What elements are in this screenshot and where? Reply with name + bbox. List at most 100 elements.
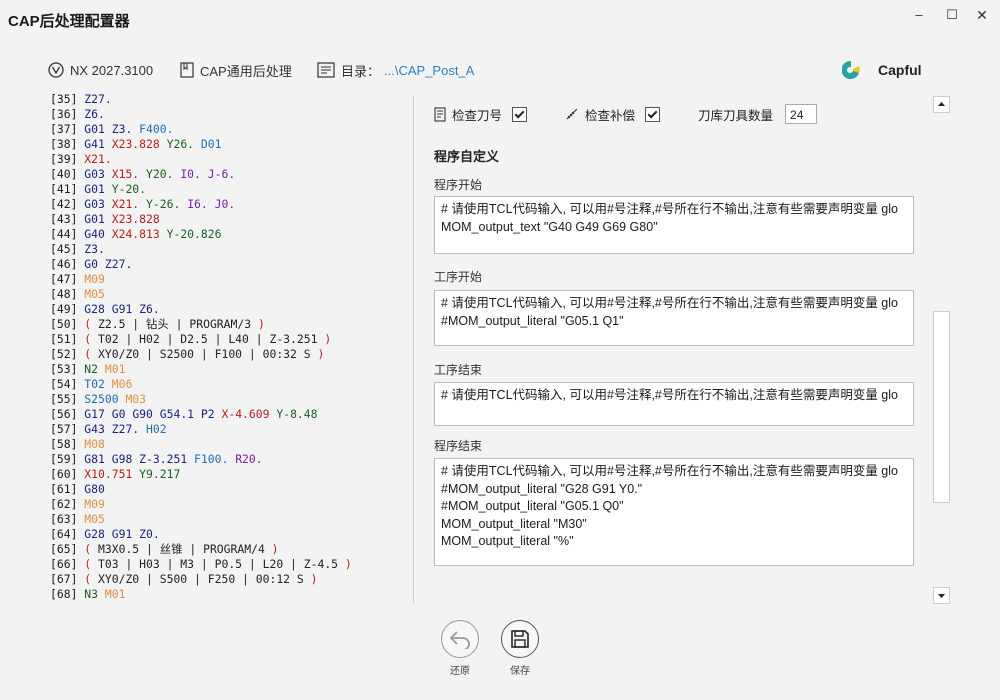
program-end-editor[interactable]: # 请使用TCL代码输入, 可以用#号注释,#号所在行不输出,注意有些需要声明变… (434, 458, 914, 566)
code-token: T03 | H03 | M3 | P0.5 | L20 | Z-4.5 (98, 557, 345, 571)
code-token: G03 (84, 197, 112, 211)
code-token: M08 (84, 437, 105, 451)
code-token: G40 (84, 227, 112, 241)
line-number: [56] (50, 407, 85, 421)
code-token: Y-20. (111, 182, 147, 196)
code-token: I6. (187, 197, 215, 211)
program-start-editor[interactable]: # 请使用TCL代码输入, 可以用#号注释,#号所在行不输出,注意有些需要声明变… (434, 196, 914, 254)
code-line: [41] G01 Y-20. (50, 182, 410, 197)
code-token: T02 | H02 | D2.5 | L40 | Z-3.251 (98, 332, 325, 346)
app-title: CAP后处理配置器 (8, 13, 130, 30)
scroll-up-button[interactable] (933, 96, 950, 113)
scrollbar-thumb[interactable] (933, 311, 950, 503)
floppy-disk-icon (511, 630, 529, 648)
check-comp-checkbox[interactable] (645, 106, 661, 122)
code-token: G28 (84, 527, 112, 541)
code-token: ) (271, 542, 279, 556)
code-token: Z3. (111, 122, 140, 136)
code-line: [44] G40 X24.813 Y-20.826 (50, 227, 410, 242)
code-token: X-4.609 (221, 407, 277, 421)
code-token: M3X0.5 | 丝锥 | PROGRAM/4 (98, 542, 272, 556)
maximize-button[interactable]: ☐ (937, 4, 967, 26)
code-line: [38] G41 X23.828 Y26. D01 (50, 137, 410, 152)
code-token: Z6. (139, 302, 160, 316)
code-line: [49] G28 G91 Z6. (50, 302, 410, 317)
magazine-count-input[interactable]: 24 (785, 104, 818, 124)
code-token: G0 (84, 257, 105, 271)
check-tool-checkbox[interactable] (512, 106, 528, 122)
code-token: G91 (111, 527, 140, 541)
undo-button[interactable] (441, 620, 479, 658)
op-start-editor[interactable]: # 请使用TCL代码输入, 可以用#号注释,#号所在行不输出,注意有些需要声明变… (434, 290, 914, 346)
code-token: G01 (84, 212, 112, 226)
code-token: M03 (125, 392, 147, 406)
op-start-label: 工序开始 (434, 270, 483, 284)
code-token: G41 (84, 137, 112, 151)
code-token: Z-3.251 (139, 452, 195, 466)
line-number: [67] (50, 572, 85, 586)
brand-name: Capful (878, 62, 922, 78)
line-number: [45] (50, 242, 85, 256)
line-number: [57] (50, 422, 85, 436)
minimize-button[interactable]: – (904, 4, 934, 26)
code-line: [42] G03 X21. Y-26. I6. J0. (50, 197, 410, 212)
editor-line: #MOM_output_literal "G28 G91 Y0." (441, 481, 643, 496)
code-token: ( (84, 332, 99, 346)
code-token: J-6. (207, 167, 236, 181)
code-token: X15. (111, 167, 147, 181)
nx-version-info: NX 2027.3100 (48, 59, 153, 81)
line-number: [60] (50, 467, 85, 481)
save-button[interactable] (501, 620, 539, 658)
post-name-text: CAP通用后处理 (200, 63, 292, 79)
code-token: J0. (214, 197, 236, 211)
op-end-editor[interactable]: # 请使用TCL代码输入, 可以用#号注释,#号所在行不输出,注意有些需要声明变… (434, 382, 914, 426)
title-bar: CAP后处理配置器 – ☐ ✕ (0, 0, 1000, 38)
directory-info: 目录： ...\CAP_Post_A (317, 59, 474, 81)
code-line: [53] N2 M01 (50, 362, 410, 377)
code-line: [57] G43 Z27. H02 (50, 422, 410, 437)
code-token: M01 (104, 587, 126, 601)
check-comp-label: 检查补偿 (585, 108, 636, 123)
nc-code-view[interactable]: [35] Z27. [36] Z6. [37] G01 Z3. F400. [38] … (50, 92, 410, 604)
code-token: X21. (84, 152, 112, 166)
line-number: [65] (50, 542, 85, 556)
code-line: [40] G03 X15. Y20. I0. J-6. (50, 167, 410, 182)
line-number: [39] (50, 152, 85, 166)
code-token: G90 (132, 407, 160, 421)
code-token: ( (84, 572, 99, 586)
magazine-count-label: 刀库刀具数量 (698, 108, 774, 123)
code-line: [36] Z6. (50, 107, 410, 122)
line-number: [35] (50, 92, 85, 106)
save-label: 保存 (510, 666, 530, 677)
directory-link[interactable]: ...\CAP_Post_A (384, 63, 474, 78)
code-token: G17 (84, 407, 112, 421)
undo-arrow-icon (449, 631, 470, 649)
scroll-down-button[interactable] (933, 587, 950, 604)
code-line: [62] M09 (50, 497, 410, 512)
editor-line: MOM_output_literal "%" (441, 534, 574, 548)
editor-line: # 请使用TCL代码输入, 可以用#号注释,#号所在行不输出,注意有些需要声明变… (441, 202, 898, 216)
line-number: [42] (50, 197, 85, 211)
code-token: Y9.217 (139, 467, 181, 481)
code-line: [47] M09 (50, 272, 410, 287)
code-line: [64] G28 G91 Z0. (50, 527, 410, 542)
line-number: [41] (50, 182, 85, 196)
line-number: [47] (50, 272, 85, 286)
editor-line: MOM_output_literal "M30" (441, 516, 587, 531)
code-token: Z6. (84, 107, 105, 121)
line-number: [61] (50, 482, 85, 496)
code-line: [43] G01 X23.828 (50, 212, 410, 227)
code-token: G54.1 (159, 407, 201, 421)
line-number: [66] (50, 557, 85, 571)
close-button[interactable]: ✕ (967, 4, 997, 26)
line-number: [50] (50, 317, 85, 331)
code-token: G91 (111, 302, 140, 316)
caret-down-icon (938, 594, 945, 598)
brand: Capful (842, 59, 922, 81)
code-token: F400. (139, 122, 174, 136)
program-start-label: 程序开始 (434, 178, 483, 192)
program-end-label: 程序结束 (434, 439, 483, 453)
compensation-icon (566, 108, 578, 120)
code-token: X24.813 (111, 227, 167, 241)
document-list-icon (317, 62, 335, 78)
